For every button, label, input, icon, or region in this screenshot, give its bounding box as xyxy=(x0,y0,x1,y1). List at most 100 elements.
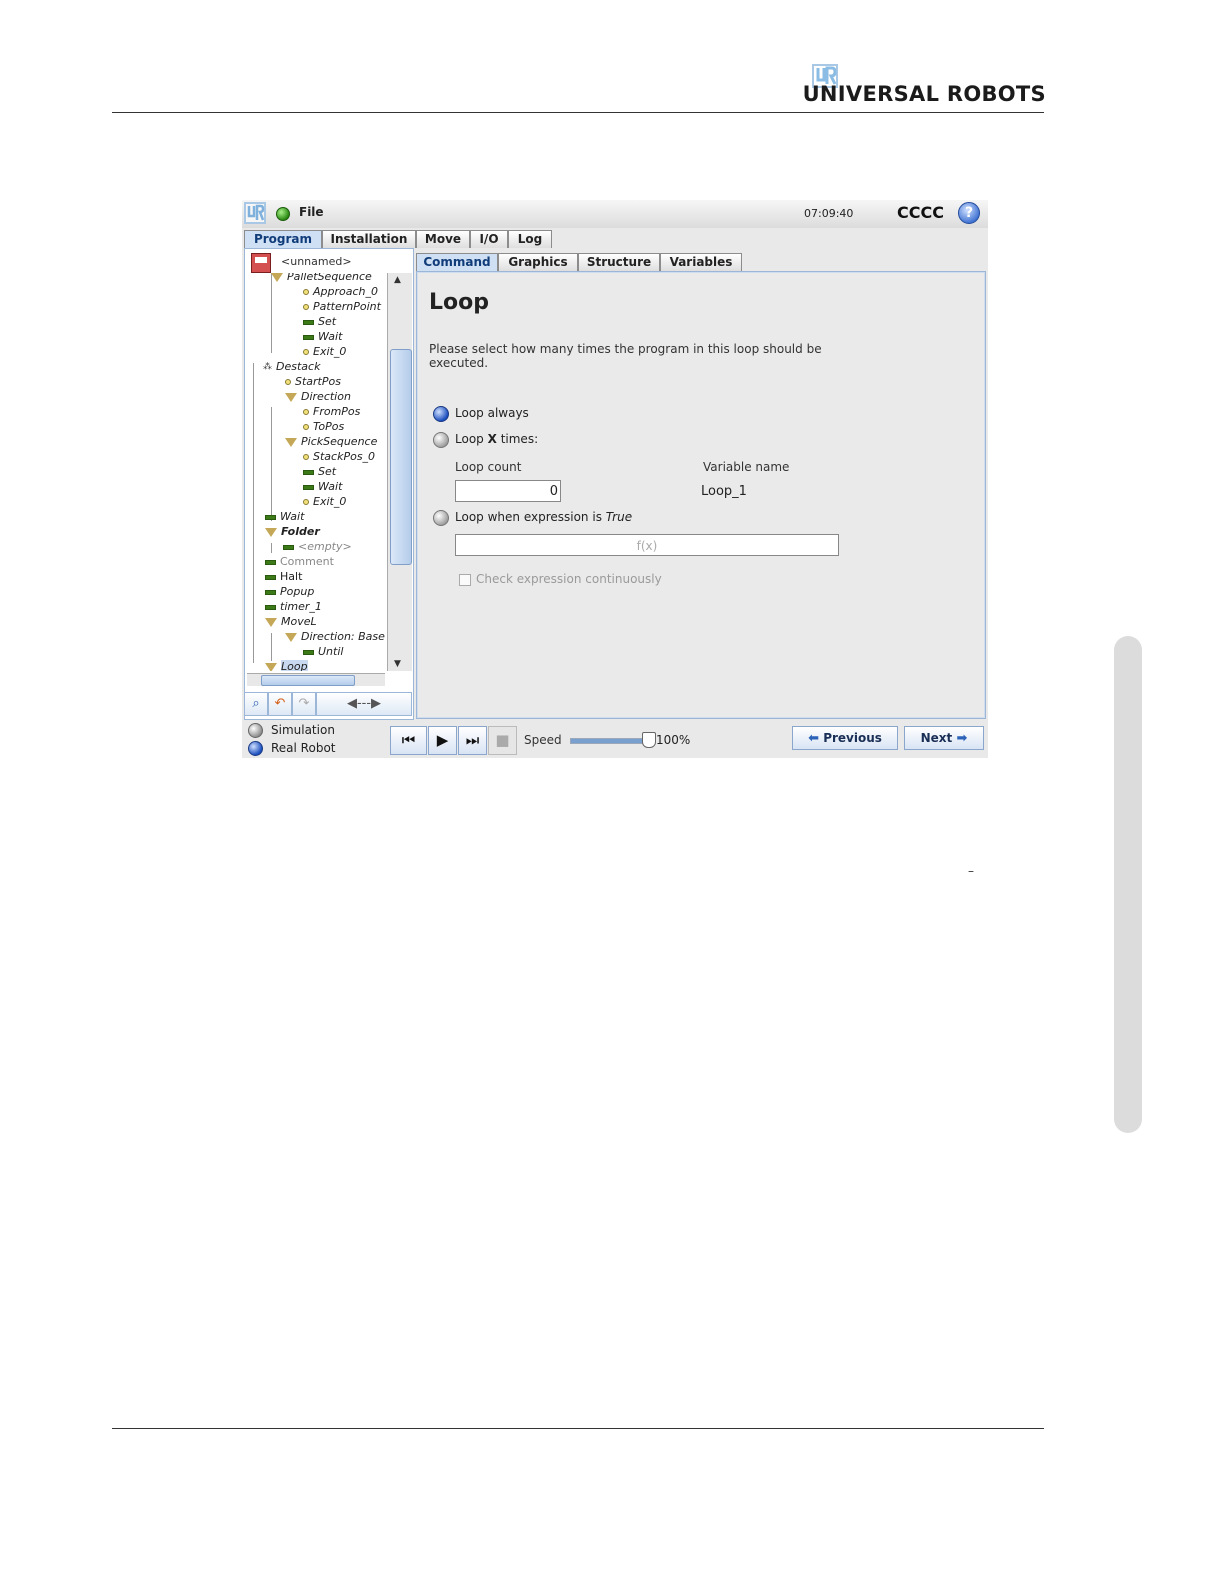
command-panel: Command Graphics Structure Variables Loo… xyxy=(414,250,986,719)
radio-selected-icon[interactable] xyxy=(433,405,449,422)
arrow-right-icon: ➡ xyxy=(956,731,968,746)
tree-item[interactable]: ⁂ Destack xyxy=(263,359,320,374)
tree-item[interactable]: StackPos_0 xyxy=(303,449,375,464)
tab-command[interactable]: Command xyxy=(416,253,498,272)
tree-item[interactable]: PatternPoint xyxy=(303,299,381,314)
command-content: Loop Please select how many times the pr… xyxy=(416,271,986,719)
tree-item[interactable]: <empty> xyxy=(283,539,352,554)
expression-input[interactable]: f(x) xyxy=(455,534,839,556)
speed-slider-fill xyxy=(571,739,651,743)
robot-name: CCCC xyxy=(897,203,944,222)
check-continuously-option[interactable]: Check expression continuously xyxy=(459,572,662,586)
ur-logo-icon xyxy=(244,202,266,224)
step-icon[interactable]: ⏭ xyxy=(458,726,487,755)
play-icon[interactable]: ▶ xyxy=(428,726,457,755)
speed-slider-handle[interactable] xyxy=(642,732,656,748)
mode-real-robot[interactable]: Real Robot xyxy=(248,740,336,756)
program-name: <unnamed> xyxy=(281,255,352,268)
bottom-bar: Simulation Real Robot ⏮ ▶ ⏭ ■ Speed 100%… xyxy=(242,722,988,758)
tree-item[interactable]: Exit_0 xyxy=(303,344,346,359)
side-thumb-tab xyxy=(1114,636,1142,1133)
scroll-thumb[interactable] xyxy=(390,349,412,565)
clock: 07:09:40 xyxy=(804,207,854,220)
radio-icon[interactable] xyxy=(248,723,263,738)
top-bar: File 07:09:40 CCCC ? xyxy=(242,200,988,228)
tree-item[interactable]: Set xyxy=(303,314,336,329)
stray-mark: – xyxy=(968,864,974,878)
speed-label: Speed xyxy=(524,733,562,747)
loop-description: Please select how many times the program… xyxy=(429,342,822,370)
tree-item[interactable]: Wait xyxy=(265,509,304,524)
tab-graphics[interactable]: Graphics xyxy=(498,253,578,271)
help-icon[interactable]: ? xyxy=(958,202,980,224)
tree-vertical-scrollbar[interactable]: ▲ ▼ xyxy=(387,273,412,671)
next-button[interactable]: Next ➡ xyxy=(904,726,984,750)
loop-count-input[interactable]: 0 xyxy=(455,480,561,502)
tab-program[interactable]: Program xyxy=(244,230,322,249)
tree-item[interactable]: MoveL xyxy=(265,614,317,629)
robot-status-icon xyxy=(276,207,290,221)
variable-name-value: Loop_1 xyxy=(701,484,747,499)
tree-horizontal-scrollbar[interactable] xyxy=(247,673,385,686)
tree-item[interactable]: Exit_0 xyxy=(303,494,346,509)
program-tree: PalletSequence Approach_0 PatternPoint S… xyxy=(247,273,385,671)
tree-item-selected[interactable]: Loop xyxy=(265,659,308,671)
speed-slider[interactable] xyxy=(570,738,652,744)
tab-io[interactable]: I/O xyxy=(470,230,508,248)
tree-item[interactable]: Set xyxy=(303,464,336,479)
previous-button[interactable]: ⬅ Previous xyxy=(792,726,898,750)
scroll-thumb[interactable] xyxy=(261,675,355,686)
arrow-left-icon: ⬅ xyxy=(808,731,819,746)
tree-item[interactable]: Wait xyxy=(303,329,342,344)
tree-item[interactable]: Popup xyxy=(265,584,314,599)
file-menu[interactable]: File xyxy=(299,205,324,219)
footer-rule xyxy=(112,1428,1044,1429)
tree-item[interactable]: Approach_0 xyxy=(303,284,378,299)
tree-item[interactable]: PickSequence xyxy=(285,434,377,449)
tree-item[interactable]: timer_1 xyxy=(265,599,322,614)
save-icon[interactable] xyxy=(251,253,271,273)
tree-item[interactable]: Direction xyxy=(285,389,351,404)
stop-icon[interactable]: ■ xyxy=(488,726,517,755)
tree-toolbar: ⌕ ↶ ↷ ◀---▶ xyxy=(244,692,412,716)
brand-name: UNIVERSAL ROBOTS xyxy=(802,82,1046,106)
tree-item[interactable]: Halt xyxy=(265,569,302,584)
program-tree-panel: <unnamed> PalletSequence Approach_0 Patt… xyxy=(244,248,414,720)
move-node-button[interactable]: ◀---▶ xyxy=(316,692,412,716)
tree-item[interactable]: Folder xyxy=(265,524,320,539)
page-title: Loop xyxy=(429,290,489,315)
rewind-icon[interactable]: ⏮ xyxy=(390,726,427,755)
tree-item[interactable]: ToPos xyxy=(303,419,344,434)
redo-icon[interactable]: ↷ xyxy=(292,692,316,716)
tree-item[interactable]: Comment xyxy=(265,554,334,569)
tab-structure[interactable]: Structure xyxy=(578,253,660,271)
radio-icon[interactable] xyxy=(433,431,449,448)
checkbox-icon[interactable] xyxy=(459,573,471,586)
scroll-down-icon[interactable]: ▼ xyxy=(394,659,401,669)
tree-item[interactable]: PalletSequence xyxy=(271,273,372,284)
undo-icon[interactable]: ↶ xyxy=(268,692,292,716)
tree-item[interactable]: FromPos xyxy=(303,404,360,419)
loop-always-option[interactable]: Loop always xyxy=(433,405,529,422)
polyscope-screenshot: File 07:09:40 CCCC ? Program Installatio… xyxy=(242,200,988,758)
speed-value: 100% xyxy=(656,733,691,747)
brand-header: UNIVERSAL ROBOTS xyxy=(803,62,1046,110)
scroll-up-icon[interactable]: ▲ xyxy=(394,275,401,285)
tab-log[interactable]: Log xyxy=(508,230,552,248)
radio-icon[interactable] xyxy=(433,509,449,526)
tree-item[interactable]: Until xyxy=(303,644,343,659)
tab-move[interactable]: Move xyxy=(416,230,470,248)
loop-times-option[interactable]: Loop X times: xyxy=(433,431,538,448)
variable-name-label: Variable name xyxy=(703,460,790,474)
tree-item[interactable]: Direction: Base xyxy=(285,629,385,644)
tree-item[interactable]: StartPos xyxy=(285,374,341,389)
tree-item[interactable]: Wait xyxy=(303,479,342,494)
tab-installation[interactable]: Installation xyxy=(322,230,416,248)
header-rule xyxy=(112,112,1044,113)
tab-variables[interactable]: Variables xyxy=(660,253,742,271)
loop-expression-option[interactable]: Loop when expression is True xyxy=(433,509,632,526)
mode-simulation[interactable]: Simulation xyxy=(248,722,335,738)
search-icon[interactable]: ⌕ xyxy=(244,692,268,716)
loop-count-label: Loop count xyxy=(455,460,522,474)
radio-selected-icon[interactable] xyxy=(248,741,263,756)
